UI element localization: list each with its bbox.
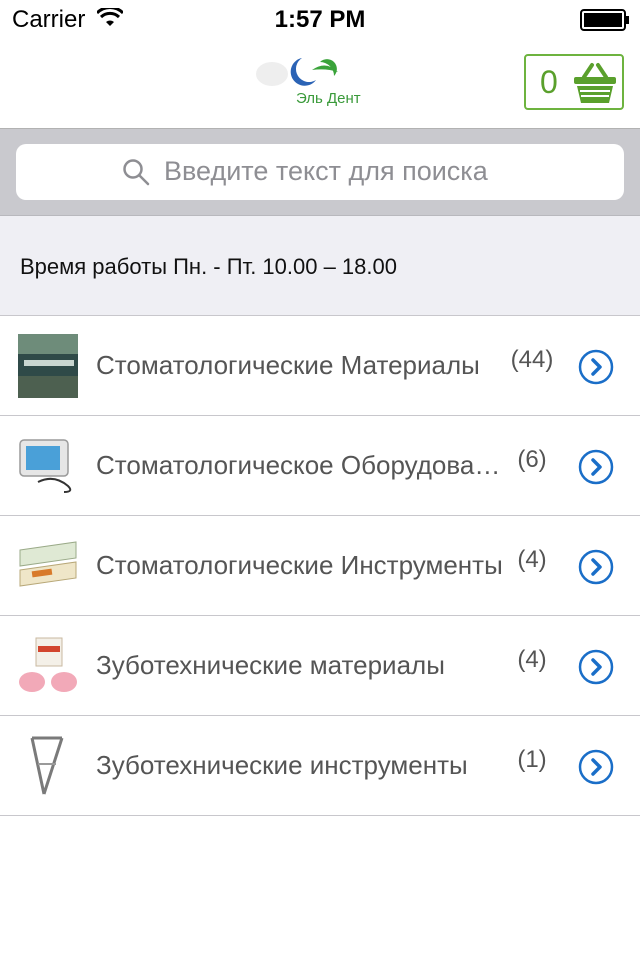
category-count: (1) (517, 746, 547, 773)
category-item-lab-materials[interactable]: Зуботехнические материалы (4) (0, 616, 640, 716)
dental-instruments-thumb (18, 534, 78, 598)
dental-materials-thumb (18, 334, 78, 398)
search-icon (122, 158, 150, 191)
category-item-dental-materials[interactable]: Стоматологические Материалы (44) (0, 316, 640, 416)
chevron-right-circle-icon[interactable] (578, 349, 614, 385)
cart-button[interactable]: 0 (524, 54, 624, 110)
category-item-lab-instruments[interactable]: Зуботехнические инструменты (1) (0, 716, 640, 816)
category-title: Зуботехнические инструменты (96, 750, 468, 780)
cart-count: 0 (540, 64, 558, 100)
category-item-dental-equipment[interactable]: Стоматологическое Оборудование (6) (0, 416, 640, 516)
battery-icon (580, 9, 630, 36)
el-dent-logo: Эль Дент (250, 52, 361, 112)
search-bar: Введите текст для поиска (0, 129, 640, 216)
chevron-right-circle-icon[interactable] (578, 449, 614, 485)
category-count: (4) (517, 646, 547, 673)
chevron-right-circle-icon[interactable] (578, 649, 614, 685)
chevron-right-circle-icon[interactable] (578, 549, 614, 585)
status-time: 1:57 PM (274, 6, 366, 33)
lab-materials-thumb (18, 634, 78, 698)
nav-bar: Эль Дент 0 (0, 40, 640, 129)
status-bar: Carrier 1:57 PM (0, 0, 640, 40)
category-count: (44) (510, 346, 554, 373)
category-title: Стоматологические Инструменты (96, 550, 503, 580)
category-title: Стоматологические Материалы (96, 350, 480, 380)
logo-text: Эль Дент (296, 90, 361, 107)
chevron-right-circle-icon[interactable] (578, 749, 614, 785)
basket-icon (572, 61, 618, 110)
category-title: Зуботехнические материалы (96, 650, 445, 680)
category-title: Стоматологическое Оборудование (96, 450, 506, 480)
category-item-dental-instruments[interactable]: Стоматологические Инструменты (4) (0, 516, 640, 616)
category-count: (6) (517, 446, 547, 473)
category-count: (4) (517, 546, 547, 573)
working-hours-banner: Время работы Пн. - Пт. 10.00 – 18.00 (0, 216, 640, 316)
lab-instruments-thumb (18, 734, 78, 798)
search-input[interactable]: Введите текст для поиска (16, 144, 624, 200)
category-list: Стоматологические Материалы (44) Стомато… (0, 316, 640, 816)
working-hours-text: Время работы Пн. - Пт. 10.00 – 18.00 (20, 254, 397, 279)
search-placeholder: Введите текст для поиска (164, 156, 488, 186)
dental-equipment-thumb (18, 434, 78, 498)
